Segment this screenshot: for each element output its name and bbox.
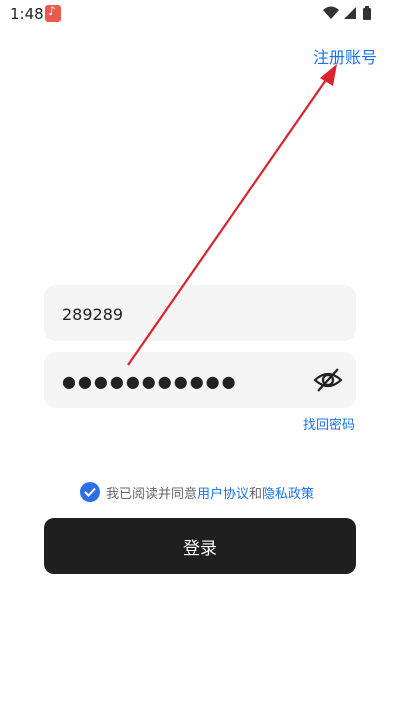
- eye-off-icon[interactable]: [312, 364, 344, 396]
- login-button[interactable]: 登录: [44, 518, 356, 574]
- agreement-prefix: 我已阅读并同意: [106, 486, 198, 502]
- cell-signal-icon: [344, 7, 356, 19]
- user-agreement-link[interactable]: 用户协议: [197, 483, 249, 502]
- privacy-policy-link[interactable]: 隐私政策: [262, 483, 314, 502]
- music-app-notification-icon: [45, 4, 61, 22]
- wifi-icon: [323, 6, 339, 19]
- status-icons: [322, 4, 374, 26]
- agreement-row: 我已阅读并同意 用户协议 和 隐私政策: [80, 481, 314, 503]
- forgot-password-link[interactable]: 找回密码: [303, 414, 355, 433]
- battery-icon: [363, 6, 371, 20]
- status-time: 1:48: [10, 5, 44, 23]
- username-field[interactable]: [44, 285, 356, 343]
- username-input[interactable]: [60, 285, 334, 343]
- agreement-and: 和: [249, 486, 263, 502]
- register-account-link[interactable]: 注册账号: [313, 44, 377, 68]
- status-bar: 1:48: [0, 0, 400, 28]
- password-input[interactable]: [60, 352, 294, 410]
- agreement-checkbox[interactable]: [80, 482, 100, 502]
- password-field[interactable]: [44, 352, 356, 410]
